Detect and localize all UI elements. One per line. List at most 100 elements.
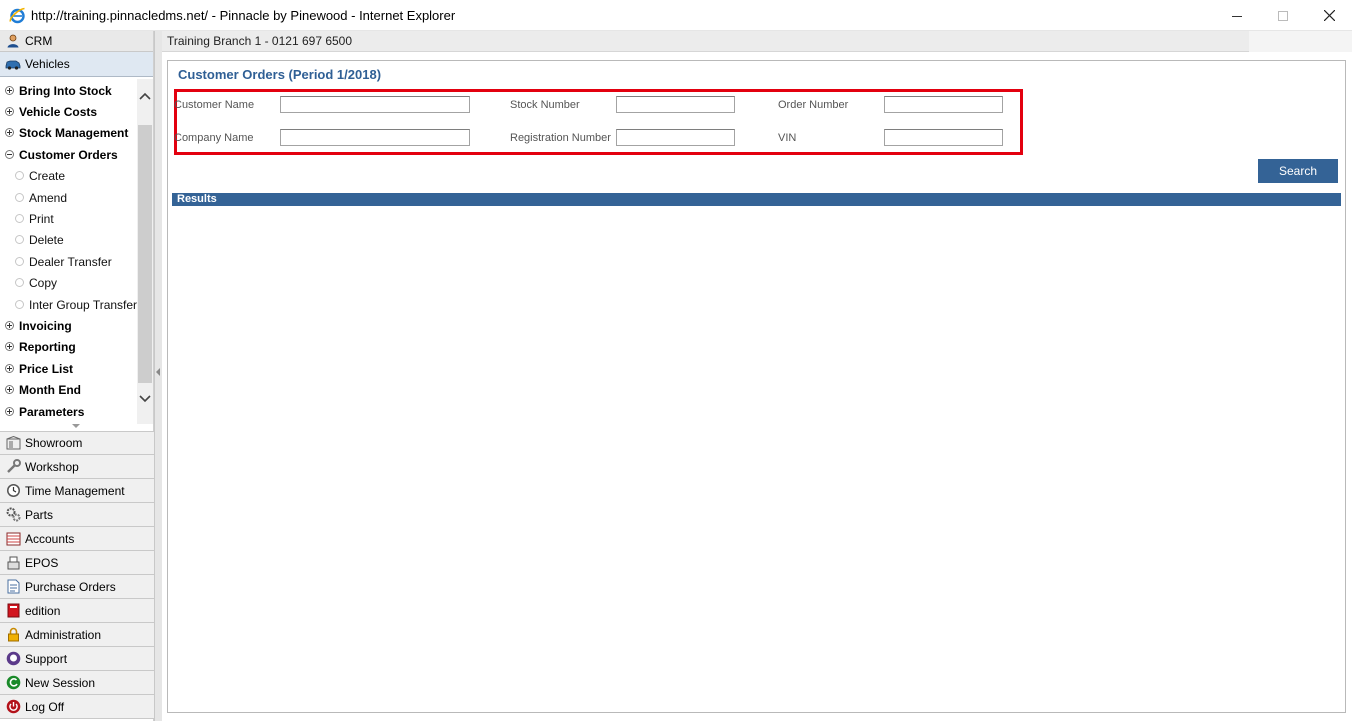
tree-group-customer-orders[interactable]: Customer Orders (0, 144, 118, 165)
crm-person-icon (5, 33, 21, 49)
module-log-off[interactable]: Log Off (0, 695, 154, 719)
close-button[interactable] (1306, 0, 1352, 31)
expand-icon (5, 86, 14, 95)
module-label: Accounts (25, 531, 75, 546)
expand-icon (5, 342, 14, 351)
window-title: http://training.pinnacledms.net/ - Pinna… (31, 8, 456, 23)
module-label: Time Management (25, 483, 125, 498)
module-accounts[interactable]: Accounts (0, 527, 154, 551)
tree-item-create[interactable]: Create (0, 165, 65, 186)
tree-label: Dealer Transfer (29, 254, 112, 269)
tree-label: Reporting (19, 339, 76, 354)
tree-label: Bring Into Stock (19, 83, 112, 98)
expand-icon (5, 407, 14, 416)
tree-item-dealer-transfer[interactable]: Dealer Transfer (0, 251, 112, 272)
expand-icon (5, 385, 14, 394)
tree-scrollbar[interactable] (137, 79, 153, 424)
vehicles-tree: Bring Into Stock Vehicle Costs Stock Man… (0, 79, 137, 423)
internet-explorer-icon (9, 7, 25, 24)
branch-info: Training Branch 1 - 0121 697 6500 (167, 34, 353, 48)
module-new-session[interactable]: New Session (0, 671, 154, 695)
nav-splitter[interactable] (154, 31, 162, 721)
tree-resize-arrow-icon (72, 424, 80, 428)
customer-name-label: Customer Name (174, 99, 255, 111)
tree-group-stock-management[interactable]: Stock Management (0, 122, 128, 143)
bullet-icon (15, 171, 24, 180)
registration-number-input[interactable] (616, 129, 735, 146)
module-showroom[interactable]: Showroom (0, 431, 154, 455)
module-label: Parts (25, 507, 54, 522)
tree-group-parameters[interactable]: Parameters (0, 401, 84, 422)
module-edition[interactable]: edition (0, 599, 154, 623)
lock-icon (5, 627, 21, 643)
tree-label: Invoicing (19, 318, 72, 333)
till-icon (5, 555, 21, 571)
scroll-up-button[interactable] (137, 87, 153, 105)
tree-item-inter-group-transfer[interactable]: Inter Group Transfer (0, 294, 137, 315)
power-icon (5, 699, 21, 715)
search-button[interactable]: Search (1258, 159, 1338, 183)
module-support[interactable]: Support (0, 647, 154, 671)
module-label: Showroom (25, 436, 83, 450)
module-label: Support (25, 651, 68, 666)
bullet-icon (15, 278, 24, 287)
module-label: EPOS (25, 555, 59, 570)
collapse-left-icon[interactable] (156, 368, 160, 376)
maximize-button[interactable] (1260, 0, 1306, 31)
stock-number-input[interactable] (616, 96, 735, 113)
tree-item-delete[interactable]: Delete (0, 229, 64, 250)
tree-label: Print (29, 211, 54, 226)
registration-number-label: Registration Number (510, 132, 611, 144)
module-crm-label: CRM (25, 34, 53, 48)
minimize-icon (1232, 15, 1242, 17)
tree-item-amend[interactable]: Amend (0, 187, 67, 208)
ledger-icon (5, 531, 21, 547)
tree-label: Parameters (19, 404, 85, 419)
module-parts[interactable]: Parts (0, 503, 154, 527)
module-workshop[interactable]: Workshop (0, 455, 154, 479)
tree-label: Create (29, 168, 66, 183)
module-time-management[interactable]: Time Management (0, 479, 154, 503)
module-vehicles-label: Vehicles (25, 57, 70, 71)
scroll-down-button[interactable] (137, 390, 153, 408)
minimize-button[interactable] (1214, 0, 1260, 31)
maximize-icon (1278, 10, 1288, 21)
module-vehicles[interactable]: Vehicles (0, 52, 153, 77)
vin-input[interactable] (884, 129, 1003, 146)
tree-label: Customer Orders (19, 147, 118, 162)
module-administration[interactable]: Administration (0, 623, 154, 647)
module-label: New Session (25, 675, 96, 690)
module-epos[interactable]: EPOS (0, 551, 154, 575)
tree-label: Price List (19, 361, 74, 376)
scroll-thumb[interactable] (138, 125, 152, 383)
tree-group-reporting[interactable]: Reporting (0, 336, 76, 357)
module-purchase-orders[interactable]: Purchase Orders (0, 575, 154, 599)
tree-label: Vehicle Costs (19, 104, 98, 119)
page-title: Customer Orders (Period 1/2018) (178, 67, 382, 82)
tree-group-bring-into-stock[interactable]: Bring Into Stock (0, 80, 112, 101)
tree-group-invoicing[interactable]: Invoicing (0, 315, 72, 336)
car-icon (5, 56, 21, 72)
gears-icon (5, 507, 21, 523)
customer-name-input[interactable] (280, 96, 470, 113)
support-icon (5, 651, 21, 667)
tree-label: Amend (29, 190, 68, 205)
tree-item-print[interactable]: Print (0, 208, 54, 229)
tree-group-vehicle-costs[interactable]: Vehicle Costs (0, 101, 97, 122)
expand-icon (5, 321, 14, 330)
tree-item-copy[interactable]: Copy (0, 272, 57, 293)
company-name-label: Company Name (174, 132, 254, 144)
module-crm[interactable]: CRM (0, 31, 153, 52)
results-label: Results (177, 193, 217, 205)
company-name-input[interactable] (280, 129, 470, 146)
tree-label: Delete (29, 232, 64, 247)
module-label: Administration (25, 627, 102, 642)
branch-bar: Training Branch 1 - 0121 697 6500 (162, 31, 1352, 52)
chevron-up-icon (139, 92, 151, 100)
tree-label: Stock Management (19, 125, 129, 140)
refresh-icon (5, 675, 21, 691)
order-number-input[interactable] (884, 96, 1003, 113)
expand-icon (5, 128, 14, 137)
tree-group-month-end[interactable]: Month End (0, 379, 81, 400)
tree-group-price-list[interactable]: Price List (0, 358, 73, 379)
